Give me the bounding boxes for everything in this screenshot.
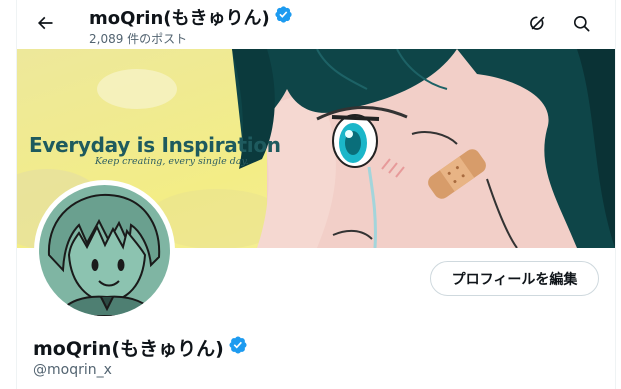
arrow-left-icon [37, 16, 53, 30]
post-count: 2,089 件のポスト [89, 32, 188, 46]
verified-badge-icon[interactable] [228, 335, 248, 360]
profile-name: moQrin(もきゅりん) [33, 334, 248, 361]
search-button[interactable] [565, 7, 597, 39]
grok-button[interactable] [522, 7, 554, 39]
avatar-image [39, 185, 170, 316]
grok-icon [530, 16, 545, 30]
header-title: moQrin(もきゅりん) [89, 4, 293, 30]
top-header: moQrin(もきゅりん) 2,089 件のポスト [17, 0, 615, 49]
column-border-right [615, 0, 616, 389]
profile-handle: @moqrin_x [33, 362, 112, 378]
profile-page: moQrin(もきゅりん) 2,089 件のポスト Everyday is In… [0, 0, 621, 389]
back-button[interactable] [30, 8, 60, 38]
profile-display-name: moQrin(もきゅりん) [33, 338, 224, 360]
banner-headline: Everyday is Inspiration [29, 133, 281, 157]
profile-avatar[interactable] [34, 180, 175, 321]
verified-badge-icon[interactable] [274, 5, 293, 29]
header-display-name: moQrin(もきゅりん) [89, 8, 270, 29]
banner-tagline: Keep creating, every single day. [95, 156, 249, 167]
search-icon [573, 15, 589, 31]
edit-profile-button[interactable]: プロフィールを編集 [430, 261, 599, 296]
